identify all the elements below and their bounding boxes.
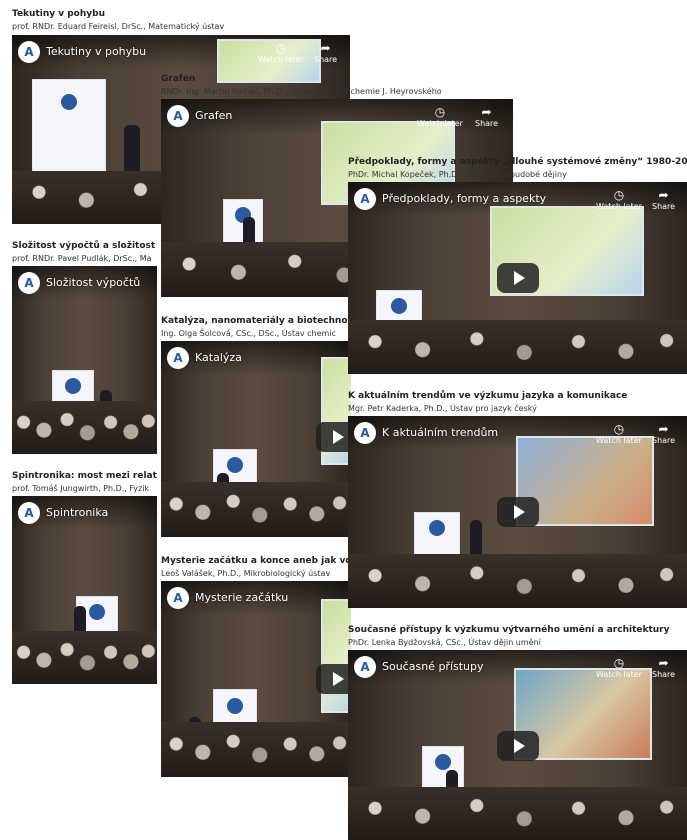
video-player[interactable]: A Předpoklady, formy a aspekty ◷ Watch la… xyxy=(348,182,687,374)
video-player[interactable]: A Mysterie začátku xyxy=(161,581,351,777)
video-card: Předpoklady, formy a aspekty „dlouhé sys… xyxy=(348,156,687,374)
video-title[interactable]: Mysterie začátku xyxy=(195,591,288,604)
video-title[interactable]: Současné přístupy xyxy=(382,660,484,673)
academy-logo-icon xyxy=(61,94,77,111)
play-button[interactable] xyxy=(497,497,539,527)
video-card: Současné přístupy k výzkumu výtvarného u… xyxy=(348,624,687,840)
watch-later-button[interactable]: ◷ Watch later xyxy=(596,188,642,211)
video-player[interactable]: A Spintronika xyxy=(12,496,157,684)
video-card: Katalýza, nanomateriály a biotechnologie… xyxy=(161,315,351,537)
channel-logo-icon[interactable]: A xyxy=(167,105,189,127)
clock-icon: ◷ xyxy=(434,105,446,119)
card-speaker: Ing. Olga Šolcová, CSc., DSc., Ústav che… xyxy=(161,329,336,338)
channel-logo-icon[interactable]: A xyxy=(18,41,40,63)
channel-logo-icon[interactable]: A xyxy=(167,347,189,369)
audience xyxy=(348,786,687,840)
academy-logo-icon xyxy=(429,520,445,537)
card-speaker: Mgr. Petr Kaderka, Ph.D., Ústav pro jazy… xyxy=(348,404,537,413)
share-icon: ➦ xyxy=(658,188,669,202)
card-speaker: PhDr. Lenka Bydžovská, CSc., Ústav dějin… xyxy=(348,638,541,647)
video-title[interactable]: Tekutiny v pohybu xyxy=(46,45,146,58)
card-title: Současné přístupy k výzkumu výtvarného u… xyxy=(348,625,670,635)
academy-logo-icon xyxy=(65,378,81,395)
card-title: Předpoklady, formy a aspekty „dlouhé sys… xyxy=(348,157,687,167)
clock-icon: ◷ xyxy=(613,656,625,670)
video-title[interactable]: Předpoklady, formy a aspekty xyxy=(382,192,546,205)
video-player[interactable]: A Katalýza xyxy=(161,341,351,537)
card-speaker: PhDr. Michal Kopeček, Ph.D., Ústav pro s… xyxy=(348,170,567,179)
audience xyxy=(12,631,157,684)
channel-logo-icon[interactable]: A xyxy=(354,656,376,678)
academy-logo-icon xyxy=(391,298,407,315)
card-title: Katalýza, nanomateriály a biotechnologie xyxy=(161,316,351,326)
card-title: Tekutiny v pohybu xyxy=(12,9,105,19)
card-speaker: prof. Tomáš Jungwirth, Ph.D., Fyzik xyxy=(12,484,150,493)
audience xyxy=(348,320,687,374)
video-player[interactable]: A Složitost výpočtů xyxy=(12,266,157,454)
card-speaker: Leoš Valášek, Ph.D., Mikrobiologický úst… xyxy=(161,569,331,578)
card-speaker: prof. RNDr. Eduard Feireisl, DrSc., Mate… xyxy=(12,22,225,31)
share-button[interactable]: ➦ Share xyxy=(652,422,675,445)
channel-logo-icon[interactable]: A xyxy=(354,422,376,444)
video-title[interactable]: Složitost výpočtů xyxy=(46,276,140,289)
video-player[interactable]: A K aktuálním trendům ◷ Watch later ➦ Shar… xyxy=(348,416,687,608)
card-title: Grafen xyxy=(161,74,196,84)
card-speaker: RNDr. Ing. Martin Kalbáč, Ph.D., Ústav f… xyxy=(161,87,442,96)
play-button[interactable] xyxy=(497,731,539,761)
clock-icon: ◷ xyxy=(613,188,625,202)
watch-later-button[interactable]: ◷ Watch later xyxy=(596,422,642,445)
video-title[interactable]: Grafen xyxy=(195,109,232,122)
audience xyxy=(12,401,157,454)
share-icon: ➦ xyxy=(481,105,492,119)
card-speaker: prof. RNDr. Pavel Pudlák, DrSc., Ma xyxy=(12,254,152,263)
card-title: Spintronika: most mezi relativisti xyxy=(12,471,157,481)
video-title[interactable]: K aktuálním trendům xyxy=(382,426,498,439)
watch-later-button[interactable]: ◷ Watch later xyxy=(596,656,642,679)
card-title: K aktuálním trendům ve výzkumu jazyka a … xyxy=(348,391,628,401)
share-button[interactable]: ➦ Share xyxy=(652,188,675,211)
projection-screen xyxy=(321,599,351,713)
share-button[interactable]: ➦ Share xyxy=(314,41,337,64)
video-title[interactable]: Spintronika xyxy=(46,506,108,519)
clock-icon: ◷ xyxy=(613,422,625,436)
share-icon: ➦ xyxy=(658,422,669,436)
share-button[interactable]: ➦ Share xyxy=(475,105,498,128)
audience xyxy=(161,482,351,537)
channel-logo-icon[interactable]: A xyxy=(354,188,376,210)
watch-later-button[interactable]: ◷ Watch later xyxy=(417,105,463,128)
play-button[interactable] xyxy=(316,422,351,452)
video-card: K aktuálním trendům ve výzkumu jazyka a … xyxy=(348,390,687,608)
video-card: Mysterie začátku a konce aneb jak vdec L… xyxy=(161,555,351,777)
video-card: Spintronika: most mezi relativisti prof.… xyxy=(12,470,157,684)
play-button[interactable] xyxy=(316,664,351,694)
card-title: Složitost výpočtů a složitost důka xyxy=(12,241,157,251)
channel-logo-icon[interactable]: A xyxy=(18,272,40,294)
card-title: Mysterie začátku a konce aneb jak vdec xyxy=(161,556,351,566)
channel-logo-icon[interactable]: A xyxy=(18,502,40,524)
watch-later-button[interactable]: ◷ Watch later xyxy=(258,41,304,64)
channel-logo-icon[interactable]: A xyxy=(167,587,189,609)
audience xyxy=(161,722,351,777)
audience xyxy=(348,554,687,608)
share-icon: ➦ xyxy=(320,41,331,55)
academy-logo-icon xyxy=(227,697,243,714)
academy-logo-icon xyxy=(89,604,105,621)
video-card: Složitost výpočtů a složitost důka prof.… xyxy=(12,240,157,454)
clock-icon: ◷ xyxy=(275,41,287,55)
academy-logo-icon xyxy=(227,457,243,474)
share-icon: ➦ xyxy=(658,656,669,670)
video-player[interactable]: A Současné přístupy ◷ Watch later ➦ Share xyxy=(348,650,687,840)
video-title[interactable]: Katalýza xyxy=(195,351,242,364)
share-button[interactable]: ➦ Share xyxy=(652,656,675,679)
academy-logo-icon xyxy=(435,754,451,771)
play-button[interactable] xyxy=(497,263,539,293)
